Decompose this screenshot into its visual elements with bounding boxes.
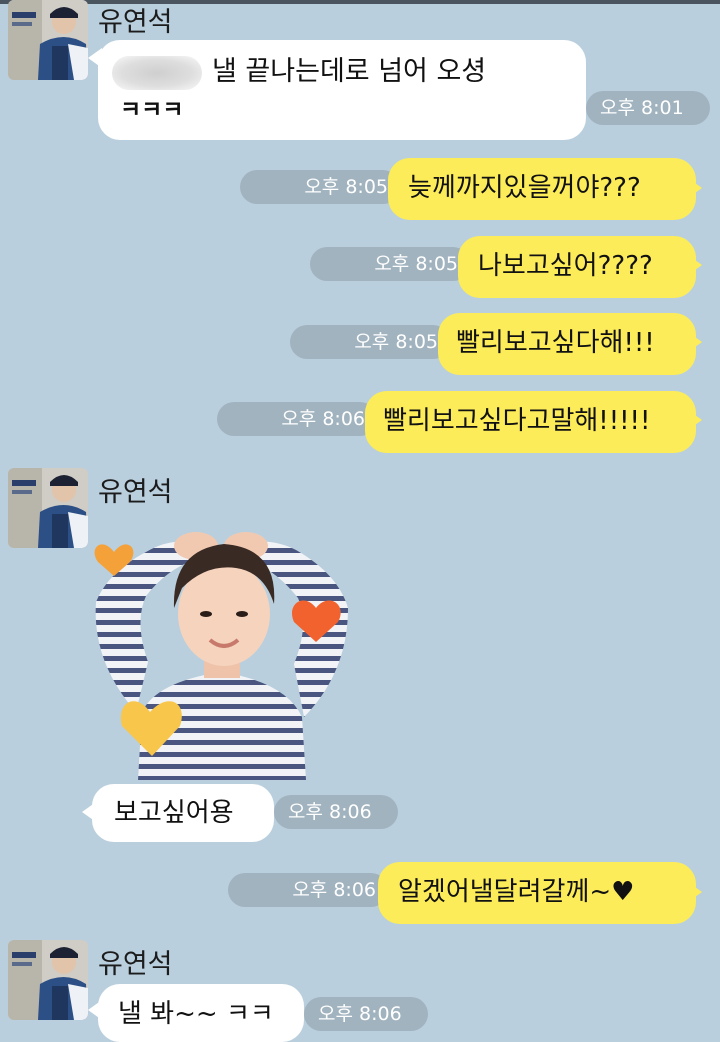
message-text: 낼 끝나는데로 넘어 오셩 xyxy=(212,56,487,87)
message-text: 나보고싶어???? xyxy=(478,251,653,281)
message-bubble-sent[interactable]: 빨리보고싶다해!!! xyxy=(438,313,696,375)
avatar[interactable] xyxy=(8,0,88,80)
sender-name: 유연석 xyxy=(98,477,173,508)
message-bubble-received[interactable]: 낼 끝나는데로 넘어 오셩 ㅋㅋㅋ xyxy=(98,40,586,140)
message-time: 오후 8:06 xyxy=(304,997,428,1031)
profile-photo-icon xyxy=(8,940,88,1020)
message-time: 오후 8:06 xyxy=(228,873,388,907)
profile-photo-icon xyxy=(8,468,88,548)
message-text: 보고싶어용 xyxy=(114,798,234,828)
message-text: 빨리보고싶다고말해!!!!! xyxy=(383,406,651,436)
sender-name: 유연석 xyxy=(98,7,173,38)
message-time: 오후 8:01 xyxy=(586,91,710,125)
message-bubble-received[interactable]: 낼 봐~~ ㅋㅋ xyxy=(98,984,304,1042)
message-bubble-sent[interactable]: 알겠어낼달려갈께~♥ xyxy=(378,862,696,924)
message-time: 오후 8:06 xyxy=(217,402,377,436)
message-text: ㅋㅋㅋ xyxy=(120,97,184,123)
message-text: 늦께까지있을꺼야??? xyxy=(408,173,641,203)
message-bubble-sent[interactable]: 늦께까지있을꺼야??? xyxy=(388,158,696,220)
message-text: 빨리보고싶다해!!! xyxy=(456,328,655,358)
heart-pose-sticker[interactable] xyxy=(86,512,356,782)
avatar[interactable] xyxy=(8,940,88,1020)
message-time: 오후 8:06 xyxy=(274,795,398,829)
message-bubble-sent[interactable]: 빨리보고싶다고말해!!!!! xyxy=(365,391,696,453)
message-text: 알겠어낼달려갈께~♥ xyxy=(398,877,635,907)
message-time: 오후 8:05 xyxy=(290,325,450,359)
avatar[interactable] xyxy=(8,468,88,548)
message-bubble-received[interactable]: 보고싶어용 xyxy=(92,784,274,842)
profile-photo-icon xyxy=(8,0,88,80)
message-text: 낼 봐~~ ㅋㅋ xyxy=(118,999,274,1029)
message-time: 오후 8:05 xyxy=(240,170,400,204)
blurred-name-redaction xyxy=(112,56,202,90)
heart-pose-sticker-image xyxy=(94,532,348,780)
message-time: 오후 8:05 xyxy=(310,247,470,281)
message-bubble-sent[interactable]: 나보고싶어???? xyxy=(458,236,696,298)
sender-name: 유연석 xyxy=(98,949,173,980)
